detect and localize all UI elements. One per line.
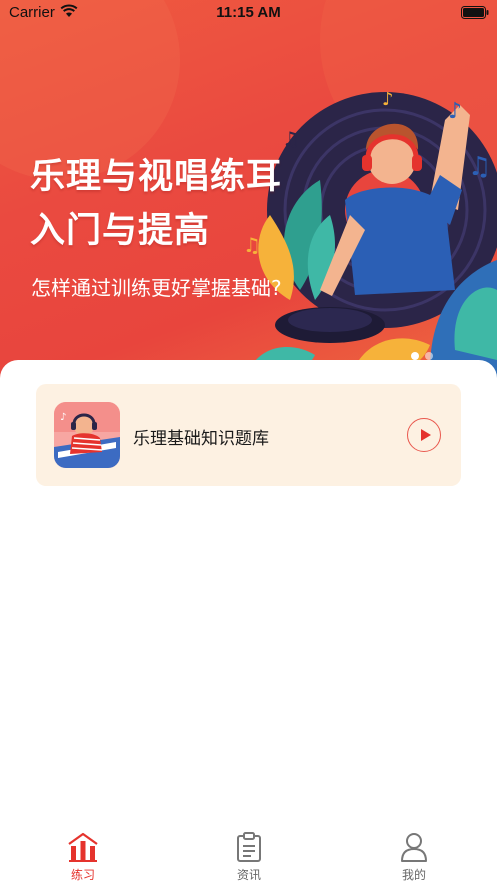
battery-icon	[461, 6, 489, 19]
pager-dot[interactable]	[425, 352, 433, 360]
svg-text:♫: ♫	[243, 233, 261, 257]
tab-label-practice: 练习	[70, 868, 95, 882]
user-icon	[401, 833, 427, 862]
practice-icon	[68, 832, 98, 862]
svg-text:♫: ♫	[468, 152, 491, 182]
banner-title-line2: 入门与提高	[30, 211, 211, 251]
tab-label-profile: 我的	[401, 868, 426, 882]
tab-news[interactable]: 资讯	[166, 823, 332, 883]
tab-practice[interactable]: 练习	[0, 823, 166, 883]
svg-text:♪: ♪	[60, 412, 66, 423]
clock-time: 11:15 AM	[216, 4, 281, 21]
course-card[interactable]: ♪ 乐理基础知识题库	[36, 384, 461, 486]
status-bar: Carrier 11:15 AM	[0, 0, 497, 26]
course-thumbnail: ♪	[54, 402, 120, 468]
svg-text:♪: ♪	[382, 89, 394, 110]
svg-text:♫: ♫	[282, 127, 300, 151]
svg-text:♪: ♪	[448, 99, 462, 124]
pager-dot-active[interactable]	[411, 352, 419, 360]
tab-label-news: 资讯	[236, 868, 261, 882]
banner-title-line1: 乐理与视唱练耳	[30, 157, 283, 197]
play-button[interactable]	[407, 418, 441, 452]
tab-bar: 练习 资讯 我的	[0, 823, 497, 883]
hero-banner[interactable]: ♫ ♪ ♫ ♫ ♪ Carrier 11:15 AM 乐理与视唱练耳 入门与提高…	[0, 0, 497, 380]
tab-profile[interactable]: 我的	[331, 823, 497, 883]
course-thumbnail-image: ♪	[54, 402, 120, 468]
clipboard-icon	[237, 832, 261, 862]
play-icon	[421, 429, 431, 441]
course-title: 乐理基础知识题库	[133, 429, 269, 449]
banner-subtitle: 怎样通过训练更好掌握基础?	[31, 276, 282, 300]
